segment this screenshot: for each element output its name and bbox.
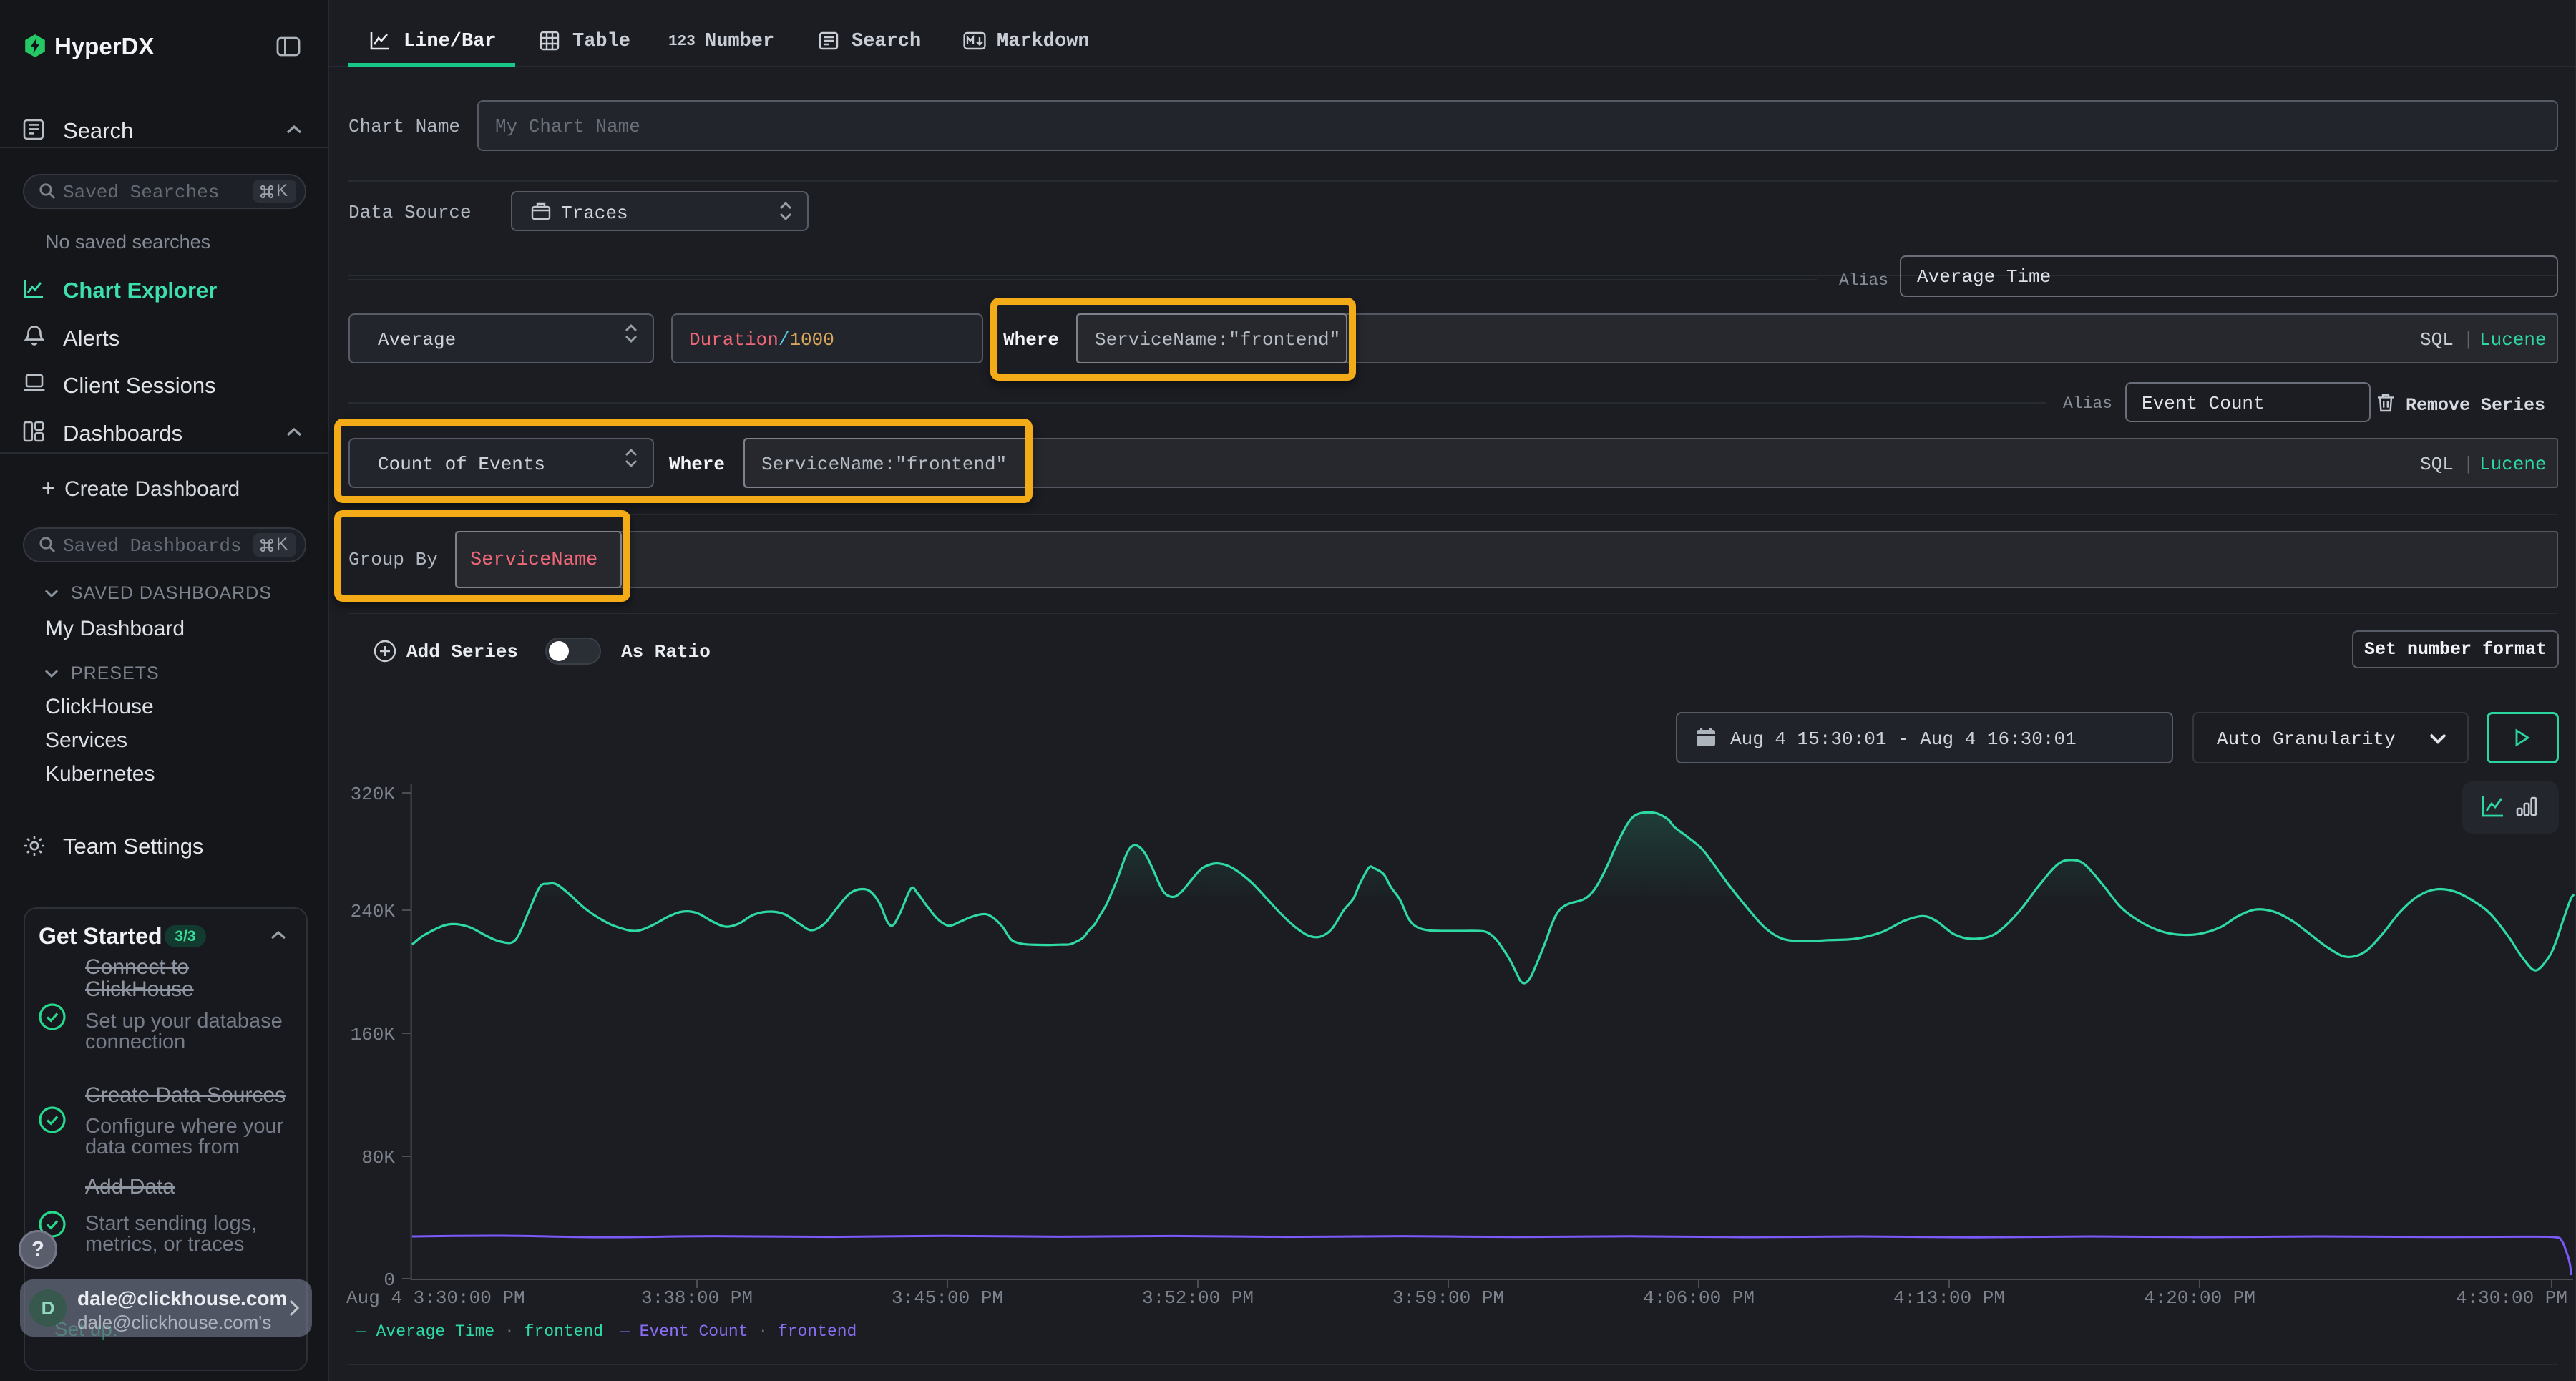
svg-text:Aug 4 3:30:00 PM: Aug 4 3:30:00 PM [346, 1287, 525, 1309]
svg-text:240K: 240K [351, 901, 396, 922]
svg-text:3:38:00 PM: 3:38:00 PM [641, 1287, 753, 1309]
svg-text:3:45:00 PM: 3:45:00 PM [892, 1287, 1003, 1309]
svg-text:160K: 160K [351, 1024, 396, 1045]
svg-text:320K: 320K [351, 784, 396, 805]
svg-text:4:13:00 PM: 4:13:00 PM [1893, 1287, 2005, 1309]
svg-text:3:59:00 PM: 3:59:00 PM [1392, 1287, 1504, 1309]
svg-text:4:06:00 PM: 4:06:00 PM [1643, 1287, 1755, 1309]
svg-text:4:30:00 PM: 4:30:00 PM [2456, 1287, 2567, 1309]
svg-text:80K: 80K [361, 1147, 395, 1168]
svg-text:3:52:00 PM: 3:52:00 PM [1142, 1287, 1254, 1309]
svg-text:4:20:00 PM: 4:20:00 PM [2144, 1287, 2255, 1309]
